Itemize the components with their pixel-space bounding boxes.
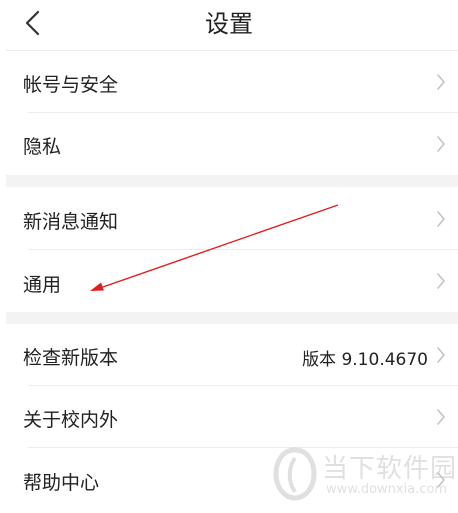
chevron-right-icon <box>437 74 445 90</box>
page-title: 设置 <box>205 10 253 38</box>
chevron-right-icon <box>437 273 445 289</box>
settings-item-account-security[interactable]: 帐号与安全 <box>6 51 458 113</box>
settings-item-label: 关于校内外 <box>23 409 119 431</box>
chevron-right-icon <box>437 472 445 488</box>
chevron-left-icon[interactable] <box>22 10 44 36</box>
settings-item-general[interactable]: 通用 <box>6 250 458 312</box>
settings-item-about[interactable]: 关于校内外 <box>6 386 458 448</box>
settings-item-help-center[interactable]: 帮助中心 <box>6 448 458 513</box>
chevron-right-icon <box>437 347 445 363</box>
settings-item-new-message-notification[interactable]: 新消息通知 <box>6 187 458 250</box>
settings-item-check-new-version[interactable]: 检查新版本 版本 9.10.4670 <box>6 324 458 386</box>
group-separator <box>6 312 458 324</box>
settings-item-label: 检查新版本 <box>23 347 119 369</box>
settings-item-label: 帐号与安全 <box>23 74 119 96</box>
settings-item-label: 通用 <box>23 274 62 296</box>
settings-item-label: 新消息通知 <box>23 211 119 233</box>
chevron-right-icon <box>437 136 445 152</box>
chevron-right-icon <box>437 409 445 425</box>
settings-item-label: 帮助中心 <box>23 472 100 494</box>
settings-item-privacy[interactable]: 隐私 <box>6 113 458 175</box>
settings-item-label: 隐私 <box>23 136 62 158</box>
version-value: 版本 9.10.4670 <box>302 350 428 370</box>
chevron-right-icon <box>437 211 445 227</box>
header-bar: 设置 <box>0 0 458 50</box>
group-separator <box>6 175 458 187</box>
